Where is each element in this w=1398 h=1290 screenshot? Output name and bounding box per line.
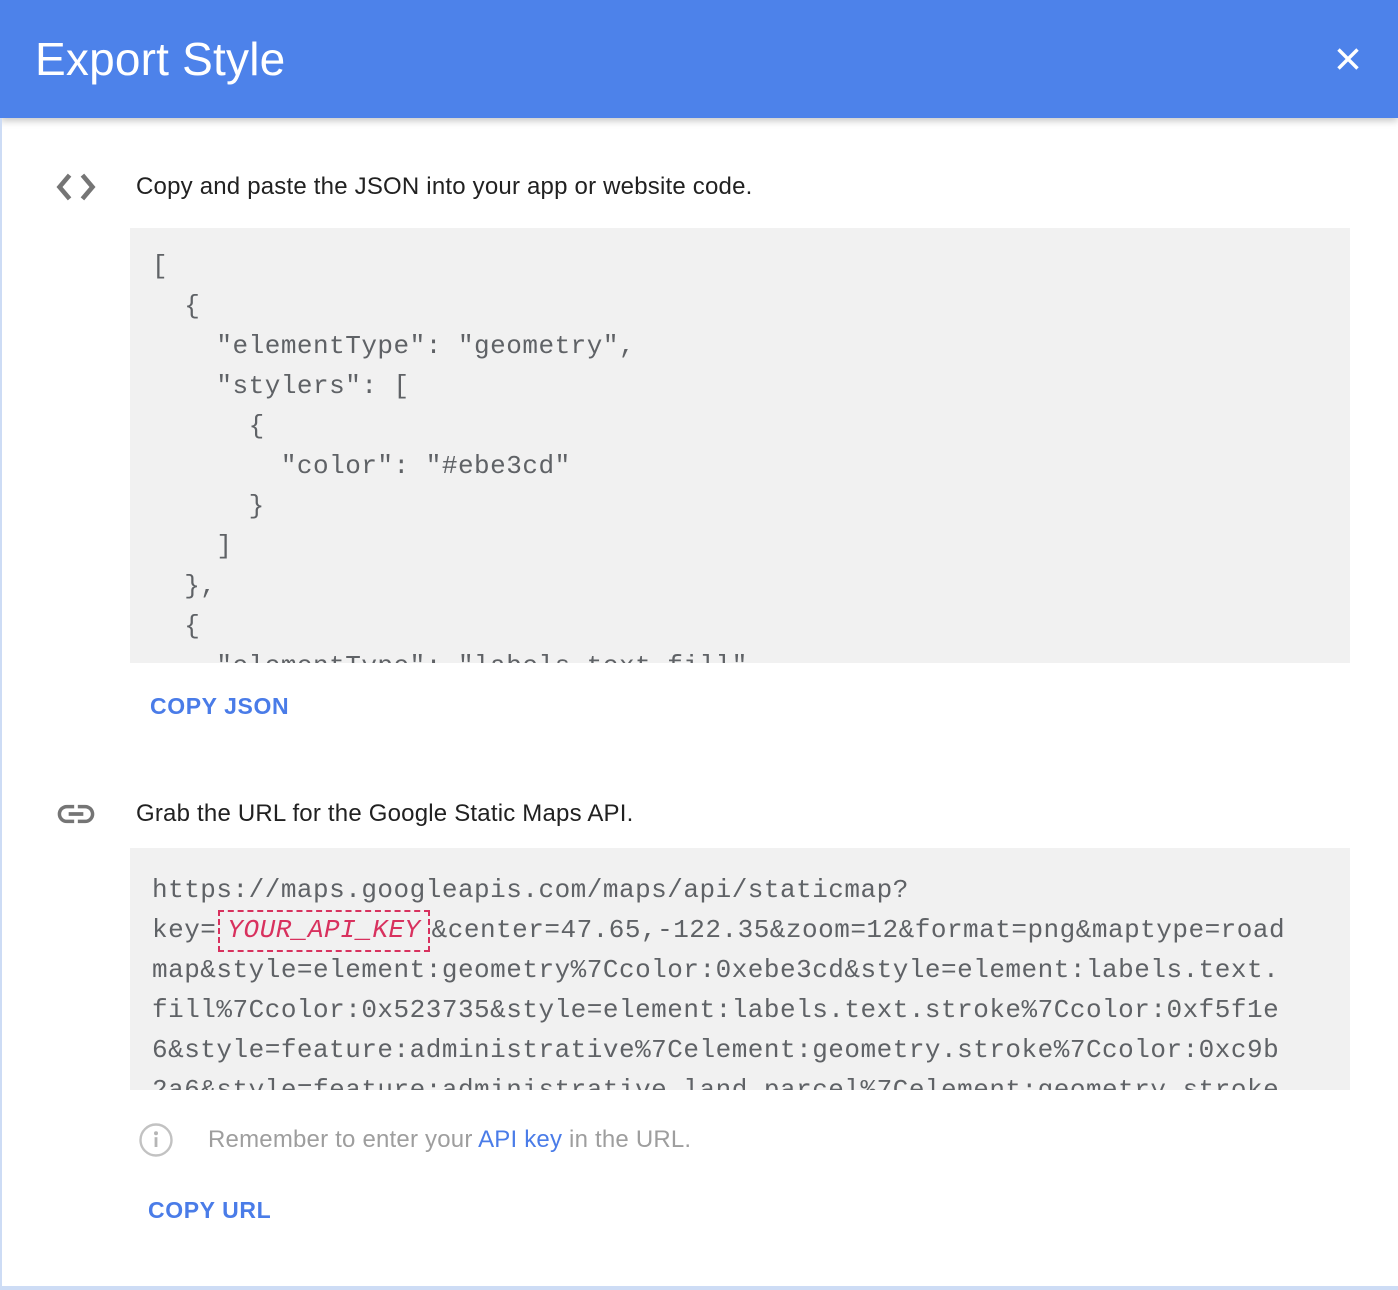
- dialog-title: Export Style: [35, 32, 285, 86]
- code-icon: [54, 171, 98, 203]
- close-icon: [1332, 43, 1364, 75]
- json-code-block[interactable]: [ { "elementType": "geometry", "stylers"…: [130, 228, 1350, 663]
- json-instruction: Copy and paste the JSON into your app or…: [136, 173, 752, 201]
- page-left-edge: [0, 118, 2, 1286]
- close-button[interactable]: [1331, 42, 1365, 76]
- note-text: Remember to enter your API key in the UR…: [208, 1126, 691, 1154]
- url-lines: map&style=element:geometry%7Ccolor:0xebe…: [152, 950, 1328, 1090]
- url-key-prefix: key=: [152, 915, 216, 945]
- json-section-header: Copy and paste the JSON into your app or…: [54, 163, 752, 211]
- copy-url-button[interactable]: COPY URL: [148, 1197, 271, 1224]
- copy-json-button[interactable]: COPY JSON: [150, 693, 289, 720]
- page-bottom-edge: [0, 1286, 1398, 1290]
- url-code-block[interactable]: https://maps.googleapis.com/maps/api/sta…: [130, 848, 1350, 1090]
- url-after-key: &center=47.65,-122.35&zoom=12&format=png…: [432, 915, 1285, 945]
- api-key-link[interactable]: API key: [478, 1126, 562, 1153]
- api-key-note: Remember to enter your API key in the UR…: [139, 1123, 691, 1157]
- url-instruction: Grab the URL for the Google Static Maps …: [136, 800, 633, 828]
- url-line: https://maps.googleapis.com/maps/api/sta…: [152, 870, 1328, 910]
- url-line-with-key: key=YOUR_API_KEY&center=47.65,-122.35&zo…: [152, 910, 1328, 950]
- info-icon: [139, 1123, 173, 1157]
- export-style-dialog: Export Style Copy and paste the JSON int…: [0, 0, 1398, 1290]
- api-key-placeholder: YOUR_API_KEY: [218, 910, 429, 952]
- link-icon: [54, 791, 98, 837]
- dialog-titlebar: Export Style: [0, 0, 1398, 118]
- url-section-header: Grab the URL for the Google Static Maps …: [54, 790, 633, 838]
